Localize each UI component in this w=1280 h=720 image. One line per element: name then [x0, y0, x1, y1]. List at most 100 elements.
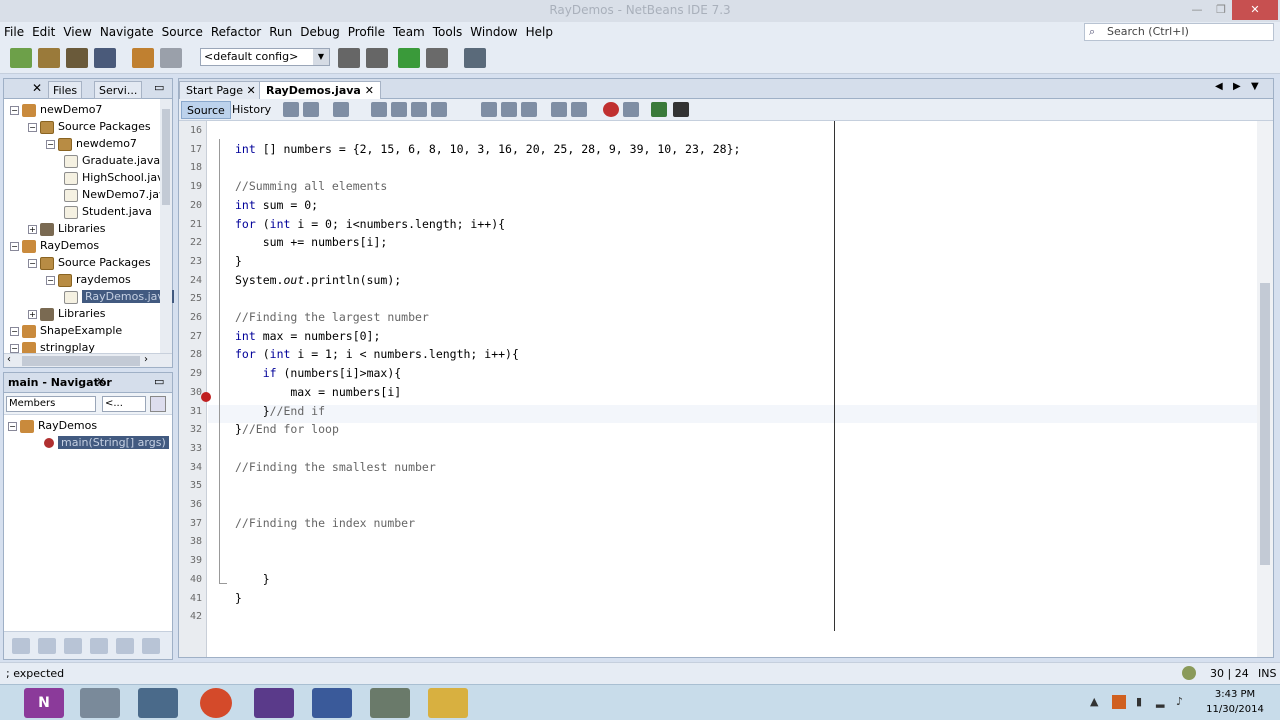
tools-app-icon[interactable] [370, 688, 410, 718]
tree-item[interactable]: − RayDemos [10, 237, 99, 254]
volume-icon[interactable]: ♪ [1176, 695, 1190, 709]
chevron-left-icon[interactable]: ◀ [1215, 81, 1223, 92]
tree-item[interactable]: NewDemo7.java [64, 186, 172, 203]
menu-item-edit[interactable]: Edit [28, 22, 59, 39]
code-line[interactable]: } [235, 572, 270, 586]
netbeans-icon[interactable] [138, 688, 178, 718]
uncomment-icon[interactable] [673, 102, 689, 117]
tree-item[interactable]: Graduate.java [64, 152, 160, 169]
save-app-icon[interactable] [312, 688, 352, 718]
redo-icon[interactable] [160, 48, 182, 68]
expand-icon[interactable]: + [28, 224, 37, 234]
code-line[interactable]: }//End for loop [235, 422, 339, 436]
start-macro-icon[interactable] [603, 102, 619, 117]
shift-right-icon[interactable] [571, 102, 587, 117]
tree-item[interactable]: Student.java [64, 203, 152, 220]
tab-raydemos-java[interactable]: RayDemos.java ✕ [259, 81, 381, 99]
find-previous-icon[interactable] [391, 102, 407, 117]
tree-item[interactable]: + Libraries [28, 305, 106, 322]
menu-item-team[interactable]: Team [389, 22, 429, 39]
minimize-panel-icon[interactable]: ▭ [154, 81, 164, 94]
fqn-icon[interactable] [142, 638, 160, 654]
expand-icon[interactable]: + [28, 309, 37, 319]
editor-vertical-scrollbar[interactable] [1257, 121, 1273, 657]
private-filter-icon[interactable] [90, 638, 108, 654]
visual-studio-icon[interactable] [254, 688, 294, 718]
static-filter-icon[interactable] [38, 638, 56, 654]
collapse-icon[interactable]: − [8, 421, 17, 431]
tree-vertical-scrollbar[interactable] [160, 99, 172, 353]
tab-services[interactable]: Servi... [94, 81, 143, 99]
profile-icon[interactable] [464, 48, 486, 68]
expand-icon[interactable]: − [10, 343, 19, 353]
code-line[interactable]: //Finding the index number [235, 516, 415, 530]
config-select[interactable]: <default config> ▼ [200, 48, 330, 66]
expand-icon[interactable]: − [28, 122, 37, 132]
navigator-root[interactable]: − RayDemos [8, 417, 97, 434]
members-select[interactable]: Members [6, 396, 96, 412]
scroll-thumb[interactable] [1260, 283, 1270, 565]
open-project-icon[interactable] [66, 48, 88, 68]
scroll-thumb[interactable] [162, 109, 170, 205]
close-window-icon[interactable]: ✕ [1232, 0, 1278, 20]
source-button[interactable]: Source [181, 101, 231, 119]
code-line[interactable]: sum += numbers[i]; [235, 235, 388, 249]
maximize-icon[interactable]: ❐ [1208, 0, 1234, 20]
filter-options-icon[interactable] [150, 396, 166, 412]
comment-icon[interactable] [651, 102, 667, 117]
code-line[interactable]: } [235, 254, 242, 268]
expand-icon[interactable]: − [28, 258, 37, 268]
next-bookmark-icon[interactable] [501, 102, 517, 117]
expand-icon[interactable]: − [10, 326, 19, 336]
sort-icon[interactable] [116, 638, 134, 654]
menu-item-debug[interactable]: Debug [296, 22, 343, 39]
expand-icon[interactable]: − [46, 139, 55, 149]
navigator-method[interactable]: main(String[] args) [44, 434, 169, 451]
close-navigator-icon[interactable]: ✕ [96, 375, 105, 388]
tab-files[interactable]: Files [48, 81, 83, 99]
expand-icon[interactable]: − [10, 241, 19, 251]
onenote-icon[interactable]: N [24, 688, 64, 718]
code-line[interactable]: int [] numbers = {2, 15, 6, 8, 10, 3, 16… [235, 142, 740, 156]
tray-app-icon[interactable] [1112, 695, 1126, 709]
find-selection-icon[interactable] [371, 102, 387, 117]
code-area[interactable]: int [] numbers = {2, 15, 6, 8, 10, 3, 16… [235, 121, 1235, 657]
new-project-icon[interactable] [38, 48, 60, 68]
build-icon[interactable] [338, 48, 360, 68]
expand-icon[interactable]: − [46, 275, 55, 285]
code-line[interactable]: int sum = 0; [235, 198, 318, 212]
tree-item[interactable]: − Source Packages [28, 254, 151, 271]
notification-icon[interactable] [1182, 666, 1196, 680]
tree-item[interactable]: − newdemo7 [46, 135, 137, 152]
field-filter-icon[interactable] [12, 638, 30, 654]
find-next-icon[interactable] [411, 102, 427, 117]
menu-item-window[interactable]: Window [466, 22, 521, 39]
menu-item-profile[interactable]: Profile [344, 22, 389, 39]
tree-item[interactable]: RayDemos.java [64, 288, 174, 305]
undo-icon[interactable] [132, 48, 154, 68]
chevron-left-icon[interactable]: ‹ [7, 354, 11, 365]
tree-horizontal-scrollbar[interactable]: ‹ › [4, 353, 172, 367]
stop-macro-icon[interactable] [623, 102, 639, 117]
last-edit-icon[interactable] [283, 102, 299, 117]
save-all-icon[interactable] [94, 48, 116, 68]
tree-item[interactable]: + Libraries [28, 220, 106, 237]
menu-item-view[interactable]: View [59, 22, 95, 39]
close-panel-icon[interactable]: ✕ [32, 81, 42, 95]
forward-icon[interactable] [333, 102, 349, 117]
code-line[interactable]: max = numbers[i] [235, 385, 401, 399]
code-line[interactable]: System.out.println(sum); [235, 273, 401, 287]
chrome-icon[interactable] [200, 688, 232, 718]
search-input[interactable]: ⌕ Search (Ctrl+I) [1084, 23, 1274, 41]
tree-item[interactable]: − newDemo7 [10, 101, 102, 118]
tree-item[interactable]: HighSchool.java [64, 169, 170, 186]
scroll-thumb[interactable] [22, 356, 140, 366]
chevron-down-icon[interactable]: ▼ [1251, 81, 1259, 92]
tree-item[interactable]: − raydemos [46, 271, 131, 288]
menu-item-file[interactable]: File [0, 22, 28, 39]
new-file-icon[interactable] [10, 48, 32, 68]
code-line[interactable]: for (int i = 0; i<numbers.length; i++){ [235, 217, 505, 231]
network-icon[interactable]: ▂ [1156, 695, 1170, 709]
code-line[interactable]: int max = numbers[0]; [235, 329, 380, 343]
code-line[interactable]: for (int i = 1; i < numbers.length; i++)… [235, 347, 519, 361]
